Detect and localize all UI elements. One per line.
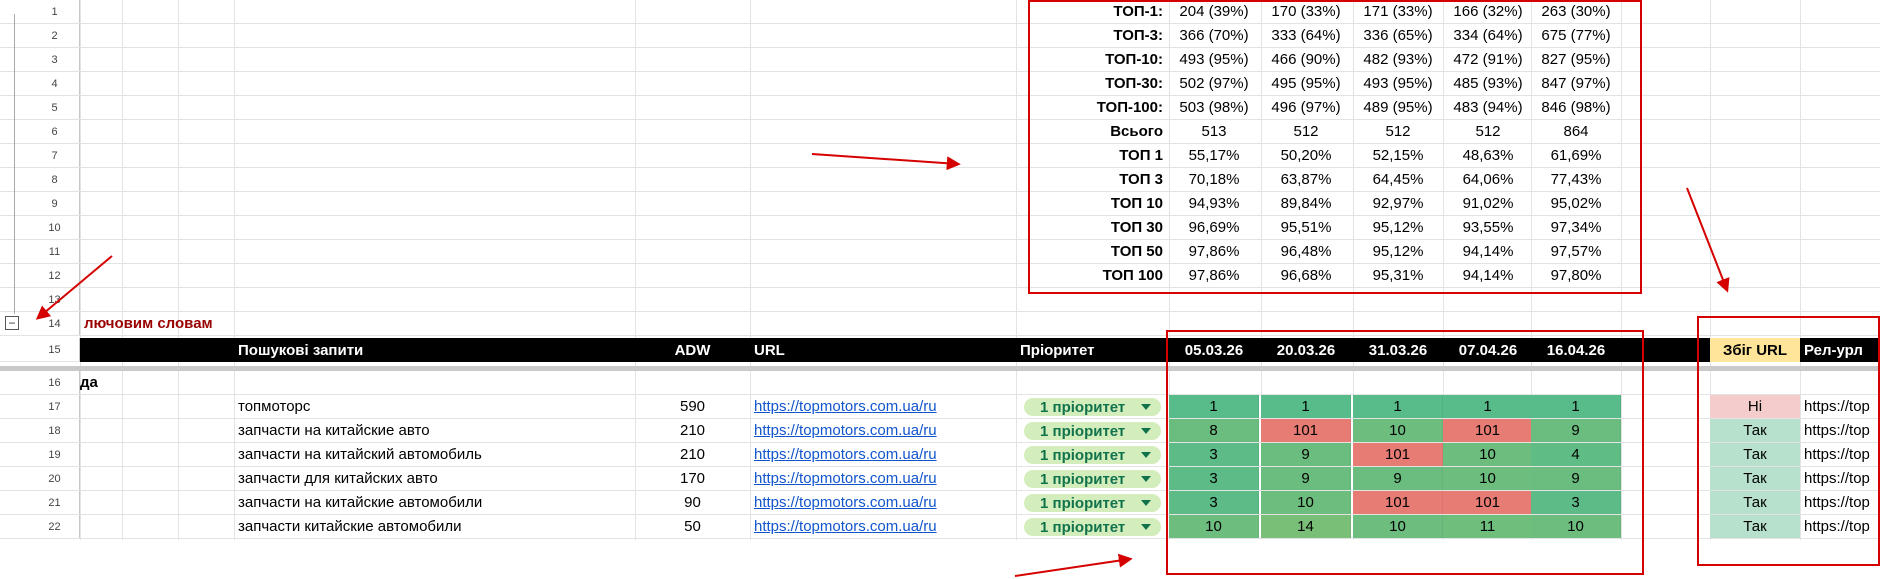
row-number[interactable]: 22 [30,515,80,538]
keyword-adw[interactable]: 590 [635,395,750,418]
minus-square-icon[interactable]: − [5,316,19,330]
row-number[interactable]: 8 [30,168,80,191]
row-number[interactable]: 12 [30,264,80,287]
row-number[interactable]: 4 [30,72,80,95]
keyword-query[interactable]: запчасти для китайских авто [234,467,634,490]
annotation-box-url-match [1697,316,1880,566]
priority-dropdown[interactable]: 1 пріоритет [1024,398,1161,416]
priority-dropdown[interactable]: 1 пріоритет [1024,494,1161,512]
keyword-query[interactable]: запчасти китайские автомобили [234,515,634,538]
row-number[interactable]: 2 [30,24,80,47]
row-number[interactable]: 19 [30,443,80,466]
arrow-to-positions [1014,553,1133,577]
priority-label: 1 пріоритет [1040,446,1126,464]
header-url[interactable]: URL [750,338,1010,362]
keyword-query[interactable]: запчасти на китайские автомобили [234,491,634,514]
row-number[interactable]: 6 [30,120,80,143]
row-number[interactable]: 10 [30,216,80,239]
priority-dropdown[interactable]: 1 пріоритет [1024,446,1161,464]
row-number[interactable]: 3 [30,48,80,71]
keyword-url-link[interactable]: https://topmotors.com.ua/ru [750,419,1015,442]
keyword-url-link[interactable]: https://topmotors.com.ua/ru [750,515,1015,538]
row-number[interactable]: 17 [30,395,80,418]
keyword-url-link[interactable]: https://topmotors.com.ua/ru [750,443,1015,466]
priority-label: 1 пріоритет [1040,398,1126,416]
chevron-down-icon [1141,500,1151,506]
row-number[interactable]: 13 [30,288,80,311]
priority-label: 1 пріоритет [1040,494,1126,512]
group-label: да [80,374,98,391]
keyword-adw[interactable]: 170 [635,467,750,490]
priority-dropdown[interactable]: 1 пріоритет [1024,518,1161,536]
header-adw[interactable]: ADW [635,338,750,362]
keyword-query[interactable]: топмоторс [234,395,634,418]
row-number[interactable]: 16 [30,371,80,394]
row-number[interactable]: 1 [30,0,80,23]
row-number[interactable]: 14 [30,312,80,335]
header-priority[interactable]: Пріоритет [1016,338,1166,362]
chevron-down-icon [1141,428,1151,434]
priority-label: 1 пріоритет [1040,470,1126,488]
section-title: лючовим словам [84,315,213,332]
row-number[interactable]: 7 [30,144,80,167]
chevron-down-icon [1141,404,1151,410]
row-number[interactable]: 20 [30,467,80,490]
row-number[interactable]: 18 [30,419,80,442]
annotation-box-positions [1166,330,1644,575]
keyword-url-link[interactable]: https://topmotors.com.ua/ru [750,395,1015,418]
row-number[interactable]: 5 [30,96,80,119]
keyword-url-link[interactable]: https://topmotors.com.ua/ru [750,491,1015,514]
keyword-query[interactable]: запчасти на китайский автомобиль [234,443,634,466]
keyword-adw[interactable]: 50 [635,515,750,538]
row-number[interactable]: 15 [30,338,80,361]
keyword-adw[interactable]: 90 [635,491,750,514]
row-number[interactable]: 11 [30,240,80,263]
chevron-down-icon [1141,452,1151,458]
keyword-adw[interactable]: 210 [635,419,750,442]
row-group-line [14,14,15,314]
keyword-query[interactable]: запчасти на китайские авто [234,419,634,442]
priority-label: 1 пріоритет [1040,518,1126,536]
row-number[interactable]: 9 [30,192,80,215]
priority-dropdown[interactable]: 1 пріоритет [1024,422,1161,440]
keyword-url-link[interactable]: https://topmotors.com.ua/ru [750,467,1015,490]
row-number[interactable]: 21 [30,491,80,514]
chevron-down-icon [1141,476,1151,482]
header-queries[interactable]: Пошукові запити [234,338,614,362]
keyword-adw[interactable]: 210 [635,443,750,466]
priority-dropdown[interactable]: 1 пріоритет [1024,470,1161,488]
priority-label: 1 пріоритет [1040,422,1126,440]
chevron-down-icon [1141,524,1151,530]
annotation-box-top-stats [1028,0,1642,294]
